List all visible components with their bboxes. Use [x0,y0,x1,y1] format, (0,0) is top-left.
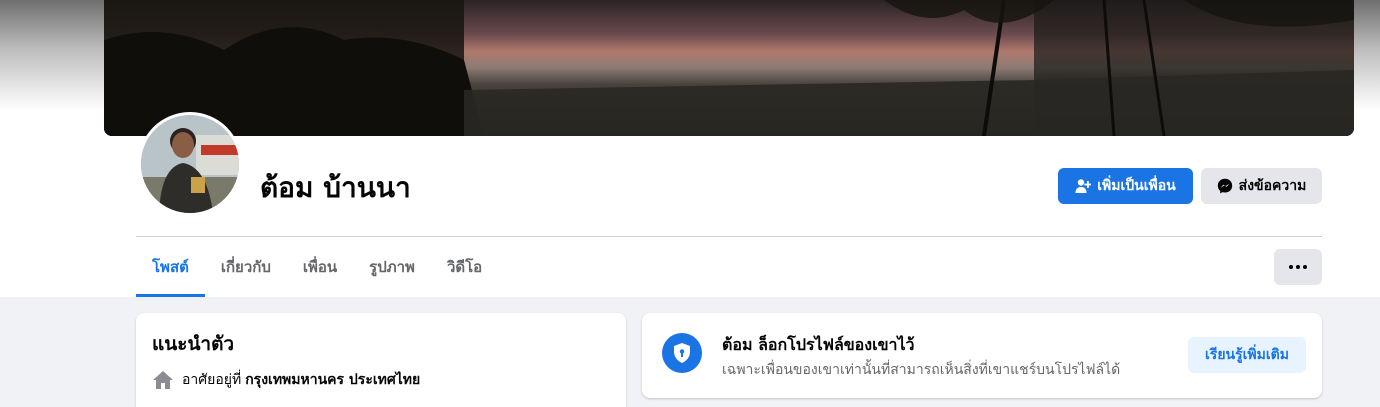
tab-label: วิดีโอ [446,258,483,276]
tab-posts[interactable]: โพสต์ [136,237,205,297]
more-dots-icon [1296,265,1300,269]
profile-page: ต้อม บ้านนา เพิ่มเป็นเพื่อน ส่งข้อความ โ… [0,0,1380,407]
add-friend-button[interactable]: เพิ่มเป็นเพื่อน [1058,168,1193,204]
tab-label: รูปภาพ [369,258,415,276]
cover-landscape [104,0,1354,136]
profile-avatar[interactable] [138,112,242,216]
learn-more-button[interactable]: เรียนรู้เพิ่มเติม [1188,337,1306,373]
more-dots-icon [1303,265,1307,269]
tab-photos[interactable]: รูปภาพ [353,237,431,297]
intro-card: แนะนำตัว อาศัยอยู่ที่ กรุงเทพมหานคร ประเ… [136,313,626,407]
avatar-photo [141,115,239,213]
tab-videos[interactable]: วิดีโอ [431,237,498,297]
more-options-button[interactable] [1274,249,1322,285]
locked-title: ต้อม ล็อกโปรไฟล์ของเขาไว้ [722,335,915,354]
tab-label: เกี่ยวกับ [220,258,271,276]
tab-about[interactable]: เกี่ยวกับ [205,237,287,297]
messenger-icon [1217,178,1233,194]
locked-profile-card: ต้อม ล็อกโปรไฟล์ของเขาไว้ เฉพาะเพื่อนของ… [642,313,1322,398]
locked-subtitle: เฉพาะเพื่อนของเขาเท่านั้นที่สามารถเห็นสิ… [722,362,1121,378]
lives-prefix: อาศัยอยู่ที่ [182,372,242,388]
lives-place-link[interactable]: กรุงเทพมหานคร ประเทศไทย [245,369,420,391]
home-icon [152,370,174,390]
profile-name: ต้อม บ้านนา [260,171,411,204]
tab-friends[interactable]: เพื่อน [287,237,353,297]
profile-tabs: โพสต์ เกี่ยวกับ เพื่อน รูปภาพ วิดีโอ [136,237,498,297]
person-plus-icon [1075,178,1092,194]
message-button[interactable]: ส่งข้อความ [1201,168,1322,204]
more-dots-icon [1289,265,1293,269]
add-friend-label: เพิ่มเป็นเพื่อน [1097,178,1176,194]
shield-lock-icon [662,333,702,373]
message-label: ส่งข้อความ [1238,178,1307,194]
tab-label: เพื่อน [302,258,338,276]
cover-photo[interactable] [104,0,1354,136]
intro-title: แนะนำตัว [152,333,235,355]
tab-label: โพสต์ [152,258,189,276]
intro-lives-in: อาศัยอยู่ที่ กรุงเทพมหานคร ประเทศไทย [152,369,420,391]
